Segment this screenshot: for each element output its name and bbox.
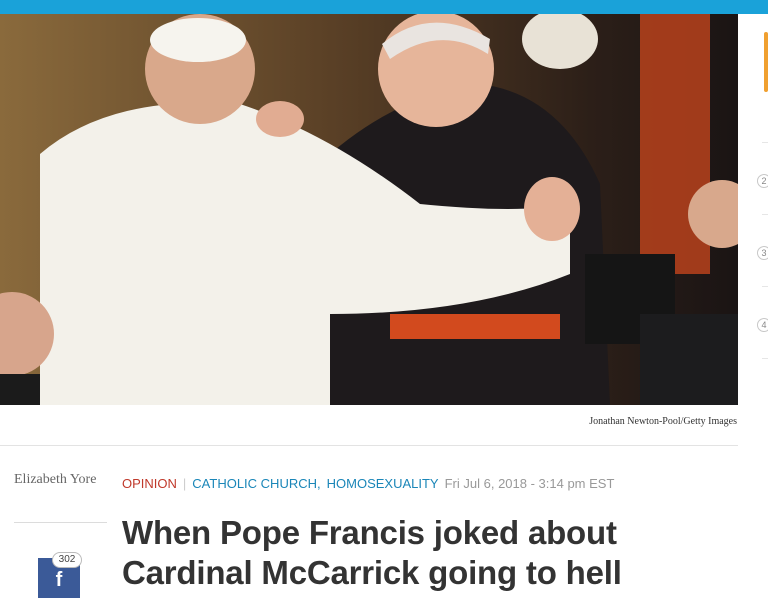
- category-link[interactable]: HOMOSEXUALITY: [327, 476, 439, 491]
- article-hero-photo: [0, 14, 738, 405]
- side-rail: 2 3 4: [746, 14, 768, 609]
- divider: [0, 445, 738, 446]
- photo-credit: Jonathan Newton-Pool/Getty Images: [589, 416, 737, 427]
- share-count-badge: 302: [52, 552, 82, 568]
- photo-illustration: [0, 14, 738, 405]
- rail-item-number[interactable]: 4: [757, 318, 768, 332]
- meta-separator: |: [182, 476, 187, 491]
- rail-tick: [762, 214, 768, 215]
- rail-tick: [762, 142, 768, 143]
- rail-tick: [762, 358, 768, 359]
- rail-accent: [764, 32, 768, 92]
- section-link-opinion[interactable]: OPINION: [122, 476, 177, 491]
- author-name[interactable]: Elizabeth Yore: [14, 472, 96, 488]
- category-separator: ,: [317, 476, 321, 491]
- rail-tick: [762, 286, 768, 287]
- rail-item-number[interactable]: 3: [757, 246, 768, 260]
- article-headline: When Pope Francis joked about Cardinal M…: [122, 514, 622, 591]
- category-link[interactable]: CATHOLIC CHURCH: [192, 476, 317, 491]
- facebook-share[interactable]: 302 f: [38, 552, 82, 600]
- publish-date: Fri Jul 6, 2018 - 3:14 pm EST: [444, 476, 615, 491]
- rail-item-number[interactable]: 2: [757, 174, 768, 188]
- top-nav-bar: [0, 0, 768, 14]
- author-divider: [14, 522, 107, 523]
- article-meta: OPINION | CATHOLIC CHURCH, HOMOSEXUALITY Fri…: [122, 476, 614, 491]
